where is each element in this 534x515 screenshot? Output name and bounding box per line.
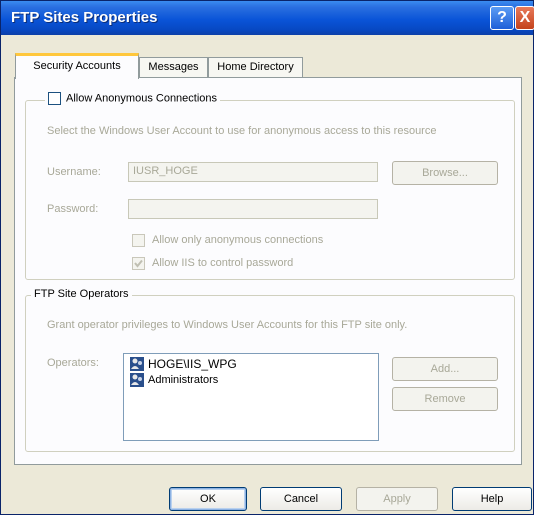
checkmark-icon	[134, 259, 143, 268]
tab-label: Messages	[148, 61, 199, 73]
allow-iis-password-label: Allow IIS to control password	[152, 257, 294, 269]
window-title: FTP Sites Properties	[11, 9, 158, 26]
operators-group-title: FTP Site Operators	[31, 288, 132, 300]
anonymous-description: Select the Windows User Account to use f…	[47, 125, 437, 137]
help-title-button[interactable]: ?	[490, 6, 514, 30]
browse-button[interactable]: Browse...	[392, 161, 498, 185]
allow-only-anonymous-checkbox[interactable]	[132, 234, 145, 247]
operator-name: Administrators	[148, 374, 219, 386]
password-field[interactable]	[128, 199, 378, 219]
user-group-icon	[130, 373, 144, 387]
title-bar[interactable]: FTP Sites Properties ? X	[1, 1, 534, 35]
close-icon: X	[519, 9, 531, 26]
operators-list[interactable]: HOGE\IIS_WPG Administrators	[123, 353, 379, 441]
username-field[interactable]: IUSR_HOGE	[128, 162, 378, 182]
operator-name: HOGE\IIS_WPG	[148, 357, 237, 371]
operators-description: Grant operator privileges to Windows Use…	[47, 319, 408, 331]
help-button[interactable]: Help	[452, 487, 532, 511]
allow-iis-password-checkbox[interactable]	[132, 257, 145, 270]
remove-operator-button[interactable]: Remove	[392, 387, 498, 411]
close-button[interactable]: X	[515, 6, 534, 30]
username-label: Username:	[47, 166, 101, 178]
anonymous-checkbox-row[interactable]: Allow Anonymous Connections	[45, 92, 221, 105]
tab-security-accounts[interactable]: Security Accounts	[15, 53, 139, 79]
tab-label: Home Directory	[217, 61, 294, 73]
add-operator-button[interactable]: Add...	[392, 357, 498, 381]
dialog-window: FTP Sites Properties ? X Security Accoun…	[0, 0, 534, 515]
tab-messages[interactable]: Messages	[139, 57, 208, 77]
cancel-button[interactable]: Cancel	[260, 487, 342, 511]
allow-only-anonymous-label: Allow only anonymous connections	[152, 234, 324, 246]
ok-button[interactable]: OK	[169, 487, 247, 511]
tab-label: Security Accounts	[33, 60, 121, 72]
help-icon: ?	[497, 9, 507, 26]
password-label: Password:	[47, 203, 99, 215]
tab-home-directory[interactable]: Home Directory	[208, 57, 303, 77]
operators-label: Operators:	[47, 357, 99, 369]
allow-anonymous-checkbox[interactable]	[48, 92, 61, 105]
allow-anonymous-label: Allow Anonymous Connections	[66, 92, 218, 105]
apply-button[interactable]: Apply	[356, 487, 438, 511]
user-group-icon	[130, 357, 144, 371]
